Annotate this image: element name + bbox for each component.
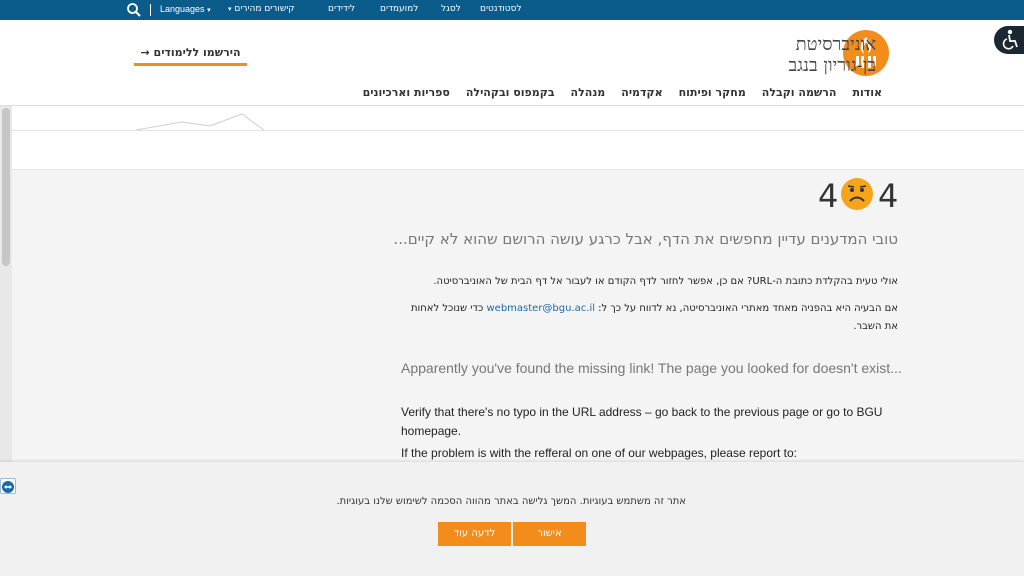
nav-item-academia[interactable]: אקדמיה bbox=[621, 86, 662, 99]
topbar-link-staff[interactable]: לסגל bbox=[441, 4, 461, 14]
error-digit: 4 bbox=[878, 177, 899, 215]
languages-dropdown[interactable]: Languages ▾ bbox=[160, 4, 211, 14]
divider bbox=[150, 4, 151, 16]
error-paragraph-english: Verify that there's no typo in the URL a… bbox=[401, 405, 883, 438]
nav-item-admission[interactable]: הרשמה וקבלה bbox=[762, 86, 837, 99]
register-button[interactable]: הירשמו ללימודים → bbox=[134, 46, 247, 66]
error-paragraph-hebrew: אולי טעית בהקלדת כתובת ה-URL? אם כן, אפש… bbox=[433, 276, 898, 287]
report-text: אם הבעיה היא בהפניה מאחד מאתרי האוניברסי… bbox=[595, 303, 898, 314]
nav-item-research[interactable]: מחקר ופיתוח bbox=[679, 86, 746, 99]
nav-item-administration[interactable]: מנהלה bbox=[571, 86, 606, 99]
languages-label: Languages bbox=[160, 4, 205, 14]
site-header: אוניברסיטת בן-גוריון בנגב הירשמו ללימודי… bbox=[0, 20, 1024, 106]
error-lead-hebrew: טובי המדענים עדיין מחפשים את הדף, אבל כר… bbox=[393, 230, 898, 248]
banner-outline-graphic bbox=[135, 113, 265, 131]
nav-item-about[interactable]: אודות bbox=[852, 86, 882, 99]
error-lead-english: Apparently you've found the missing link… bbox=[401, 360, 902, 376]
logo-line-2: בן-גוריון בנגב bbox=[788, 55, 876, 76]
error-report-hebrew: אם הבעיה היא בהפניה מאחד מאתרי האוניברסי… bbox=[398, 300, 898, 336]
cookie-more-button[interactable]: לדעה עוד bbox=[438, 522, 511, 546]
scrollbar-thumb[interactable] bbox=[2, 108, 10, 266]
sad-face-icon bbox=[841, 178, 873, 210]
cookie-accept-button[interactable]: אישור bbox=[513, 522, 586, 546]
quick-links-label: קישורים מהירים bbox=[234, 4, 295, 14]
nav-item-libraries[interactable]: ספריות וארכיונים bbox=[363, 86, 450, 99]
main-nav: אודות הרשמה וקבלה מחקר ופיתוח אקדמיה מנה… bbox=[363, 86, 882, 99]
error-report-english: If the problem is with the refferal on o… bbox=[401, 446, 798, 460]
cookie-message: אתר זה משתמש בעוגיות. המשך גלישה באתר מה… bbox=[336, 496, 686, 507]
top-bar: Languages ▾ קישורים מהירים ▾ לידידים למו… bbox=[0, 0, 1024, 20]
arrow-right-icon: → bbox=[140, 46, 150, 59]
topbar-link-applicants[interactable]: למועמדים bbox=[380, 4, 418, 14]
teamviewer-icon[interactable] bbox=[0, 478, 16, 494]
chevron-down-icon: ▾ bbox=[207, 7, 211, 14]
cookie-banner: אתר זה משתמש בעוגיות. המשך גלישה באתר מה… bbox=[0, 462, 1024, 576]
register-label: הירשמו ללימודים bbox=[153, 46, 241, 59]
banner-strip bbox=[12, 106, 1024, 170]
quick-links-dropdown[interactable]: קישורים מהירים ▾ bbox=[228, 4, 295, 14]
search-icon[interactable] bbox=[126, 2, 142, 18]
university-name[interactable]: אוניברסיטת בן-גוריון בנגב bbox=[788, 34, 876, 76]
topbar-link-students[interactable]: לסטודנטים bbox=[480, 4, 522, 14]
error-404-heading: 4 4 bbox=[818, 176, 900, 216]
accessibility-icon[interactable] bbox=[994, 26, 1024, 54]
chevron-down-icon: ▾ bbox=[228, 5, 232, 13]
divider bbox=[12, 130, 1024, 131]
logo-line-1: אוניברסיטת bbox=[795, 34, 876, 55]
nav-item-campus[interactable]: בקמפוס ובקהילה bbox=[466, 86, 555, 99]
topbar-link-friends[interactable]: לידידים bbox=[328, 4, 355, 14]
webmaster-email-link[interactable]: webmaster@bgu.ac.il bbox=[486, 303, 595, 314]
error-digit: 4 bbox=[818, 177, 839, 215]
